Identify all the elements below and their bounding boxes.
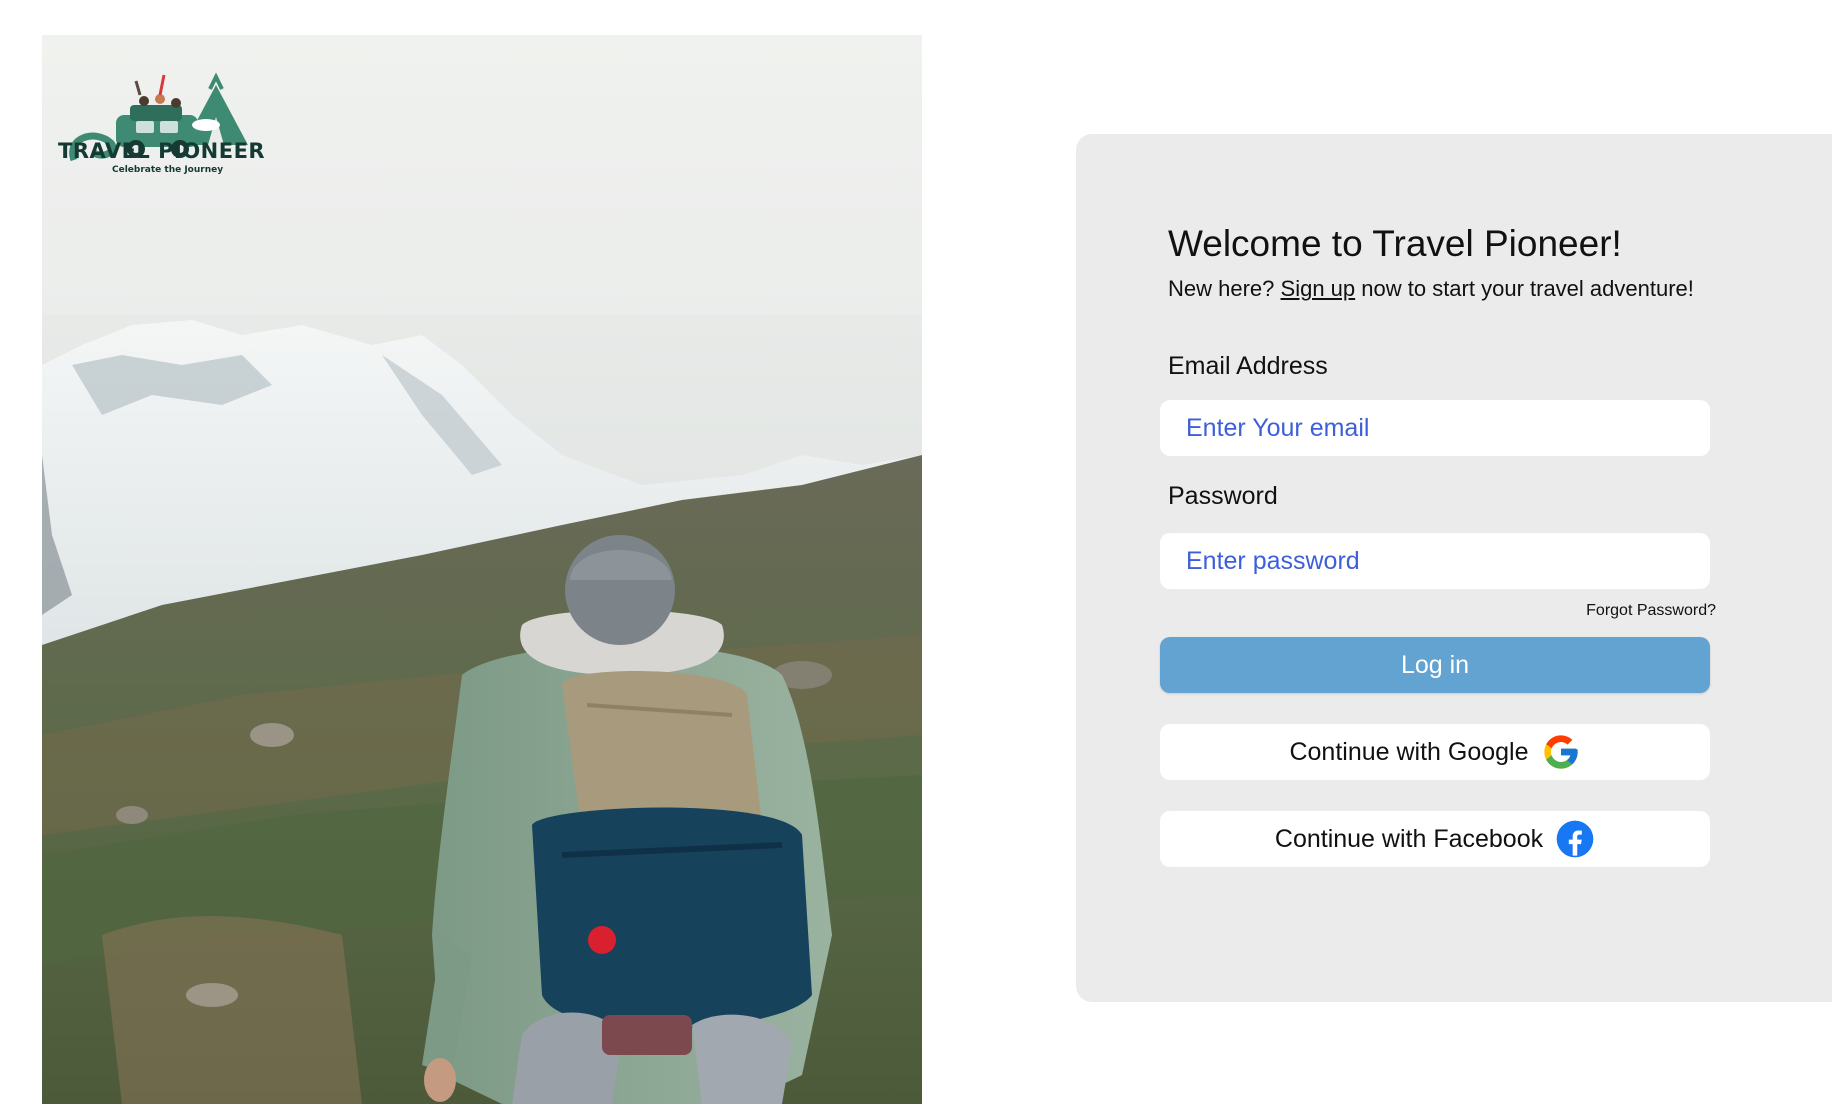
password-field[interactable] [1160,533,1710,589]
google-button-label: Continue with Google [1289,737,1529,766]
facebook-login-button[interactable]: Continue with Facebook [1160,811,1710,867]
login-button[interactable]: Log in [1160,637,1710,693]
signup-prompt: New here? Sign up now to start your trav… [1168,276,1728,302]
login-button-label: Log in [1400,650,1470,679]
signup-prompt-suffix: now to start your travel adventure! [1361,276,1694,302]
signup-prompt-prefix: New here? [1168,276,1275,302]
signup-link[interactable]: Sign up [1281,276,1356,301]
forgot-password-link[interactable]: Forgot Password? [1586,602,1716,620]
hero-photo: TRAVEL PIONEER Celebrate the Journey [42,35,922,1104]
password-label: Password [1168,482,1278,510]
brand-tagline: Celebrate the Journey [112,165,224,175]
google-login-button[interactable]: Continue with Google [1160,724,1710,780]
login-form: Welcome to Travel Pioneer! New here? Sig… [1160,222,1728,867]
facebook-button-label: Continue with Facebook [1274,824,1544,853]
google-logo-icon [1541,732,1581,772]
brand-name: TRAVEL PIONEER [58,139,266,163]
mountain-hiker-illustration [42,35,922,1104]
facebook-logo-icon [1555,819,1595,859]
login-card: Welcome to Travel Pioneer! New here? Sig… [1076,134,1832,1002]
login-page: TRAVEL PIONEER Celebrate the Journey Wel… [0,0,1832,1104]
welcome-heading: Welcome to Travel Pioneer! [1168,223,1622,264]
email-label: Email Address [1168,352,1328,380]
email-field[interactable] [1160,400,1710,456]
